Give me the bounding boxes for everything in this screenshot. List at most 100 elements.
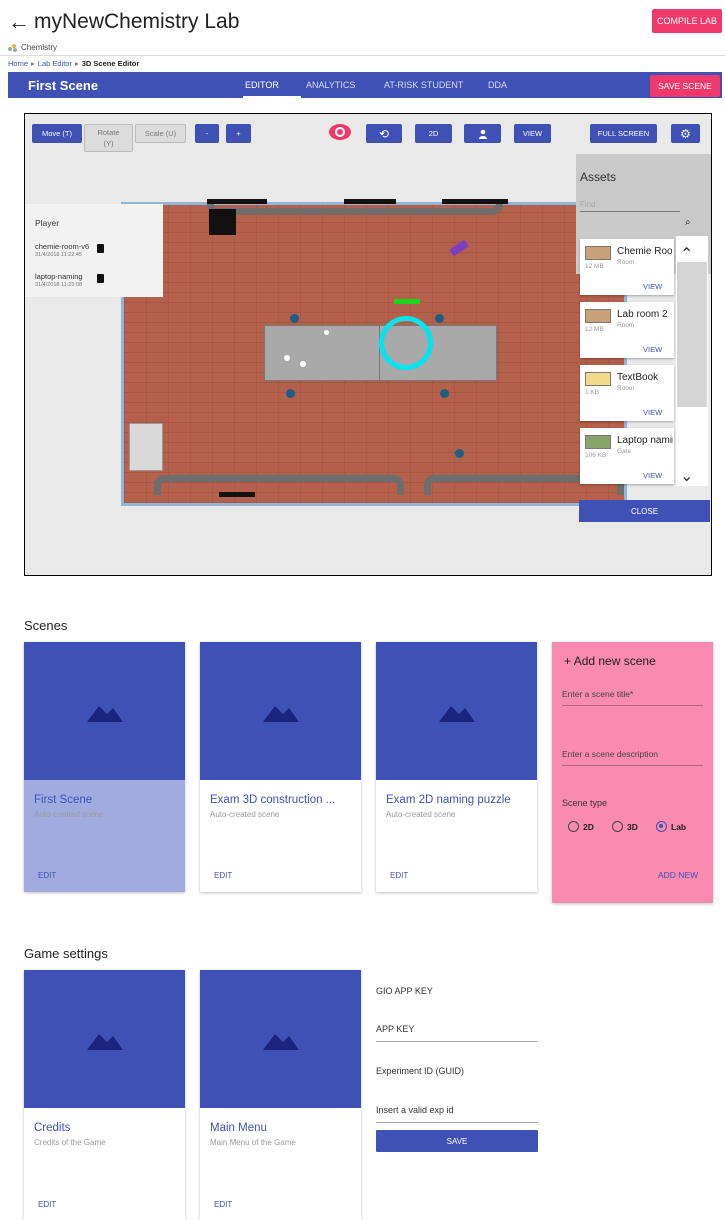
tab-analytics[interactable]: ANALYTICS [306, 80, 355, 90]
chevron-up-icon[interactable]: ⌃ [680, 244, 693, 264]
reset-view-button[interactable]: ⟲ [366, 124, 402, 143]
breadcrumb: Home ▸ Lab Editor ▸ 3D Scene Editor [8, 59, 139, 68]
search-icon[interactable]: ⌕ [685, 217, 691, 228]
asset-card[interactable]: TextBook Room 1 KB VIEW [580, 365, 674, 421]
asset-card[interactable]: Chemie Room Room 12 MB VIEW [580, 239, 674, 295]
wall-panel [207, 199, 267, 204]
scene-type-label: Scene type [562, 798, 608, 808]
sink-unit [129, 423, 163, 471]
asset-view-button[interactable]: VIEW [643, 345, 662, 354]
category-text: Chemistry [21, 43, 58, 52]
scene-card-selected[interactable]: First Scene Auto-created scene EDIT [24, 642, 185, 892]
asset-thumbnail [585, 246, 611, 260]
scene-title: Exam 2D naming puzzle [386, 794, 511, 806]
player-item-name[interactable]: chemie-room-v6 [35, 242, 89, 251]
app-header: ← myNewChemistry Lab COMPILE LAB Chemist… [0, 0, 725, 70]
radio-label: Lab [671, 821, 687, 832]
cabinet [209, 209, 236, 235]
trash-icon[interactable] [97, 244, 104, 253]
edit-button[interactable]: EDIT [38, 1200, 56, 1209]
zoom-in-button[interactable]: + [226, 124, 251, 143]
scene-description-input[interactable]: Enter a scene description [562, 749, 703, 766]
mountain-icon [439, 706, 475, 722]
rotate-button[interactable]: Rotate (Y) [84, 124, 133, 152]
game-setting-card[interactable]: Main Menu Main Menu of the Game EDIT [200, 970, 361, 1220]
lab-floor-plan[interactable] [121, 199, 627, 506]
asset-view-button[interactable]: VIEW [643, 471, 662, 480]
experiment-id-input[interactable]: Insert a valid exp id [376, 1105, 538, 1123]
arrow-left-icon[interactable]: ← [8, 10, 30, 34]
asset-search-input[interactable]: Find [580, 200, 680, 212]
breadcrumb-lab-editor[interactable]: Lab Editor [38, 59, 72, 68]
save-settings-button[interactable]: SAVE [376, 1130, 538, 1152]
asset-name: Lab room 2 [617, 309, 668, 320]
mountain-icon [87, 706, 123, 722]
radio-3d[interactable]: 3D [612, 821, 638, 832]
setting-image-placeholder [24, 970, 185, 1108]
rotate-gizmo[interactable] [379, 316, 433, 370]
radio-lab[interactable]: Lab [656, 821, 686, 832]
experiment-id-label: Experiment ID (GUID) [376, 1066, 465, 1076]
edit-button[interactable]: EDIT [38, 871, 56, 880]
page-title: myNewChemistry Lab [34, 10, 240, 33]
radio-2d[interactable]: 2D [568, 821, 594, 832]
zoom-out-button[interactable]: - [195, 124, 219, 143]
scene-title-input[interactable]: Enter a scene title* [562, 689, 703, 706]
player-panel-title: Player [35, 218, 60, 228]
scene-subtitle: Auto-created scene [34, 810, 104, 819]
move-gizmo-arrow[interactable] [394, 299, 420, 304]
settings-button[interactable]: ⚙ [671, 124, 700, 143]
chevron-down-icon[interactable]: ⌄ [680, 466, 693, 486]
asset-card[interactable]: Laptop naming Gate 106 KB VIEW [580, 428, 674, 484]
breadcrumb-home[interactable]: Home [8, 59, 28, 68]
app-key-input[interactable]: APP KEY [376, 1024, 538, 1042]
close-assets-button[interactable]: CLOSE [579, 500, 710, 522]
player-item-name[interactable]: laptop-naming [35, 272, 83, 281]
game-settings-title: Game settings [24, 946, 108, 961]
stool [286, 389, 295, 398]
lab-item [300, 361, 306, 367]
scene-card[interactable]: Exam 2D naming puzzle Auto-created scene… [376, 642, 537, 892]
edit-button[interactable]: EDIT [214, 1200, 232, 1209]
scene-editor-viewport[interactable]: Move (T) Rotate (Y) Scale (U) - + ⟲ 2D V… [24, 113, 712, 576]
asset-scrollbar-thumb[interactable] [677, 262, 707, 407]
asset-type: Gate [617, 448, 632, 455]
add-scene-card: + Add new scene Enter a scene title* Ent… [552, 642, 713, 903]
radio-label: 3D [627, 821, 638, 832]
scene-card[interactable]: Exam 3D construction ... Auto-created sc… [200, 642, 361, 892]
move-button[interactable]: Move (T) [32, 124, 82, 143]
visibility-eye-icon[interactable] [328, 122, 352, 142]
mountain-icon [263, 1034, 299, 1050]
scale-button[interactable]: Scale (U) [135, 124, 186, 143]
tab-at-risk-student[interactable]: AT-RISK STUDENT [384, 80, 463, 90]
stool [440, 389, 449, 398]
scene-navbar: First Scene EDITOR ANALYTICS AT-RISK STU… [8, 72, 722, 98]
player-view-button[interactable] [464, 124, 501, 143]
game-setting-card[interactable]: Credits Credits of the Game EDIT [24, 970, 185, 1220]
add-scene-title: Add new scene [573, 654, 656, 668]
asset-thumbnail [585, 309, 611, 323]
tab-editor[interactable]: EDITOR [245, 80, 279, 90]
asset-type: Room [617, 385, 635, 392]
full-screen-button[interactable]: FULL SCREEN [590, 124, 657, 143]
asset-view-button[interactable]: VIEW [643, 282, 662, 291]
scene-image-placeholder [24, 642, 185, 780]
edit-button[interactable]: EDIT [214, 871, 232, 880]
radio-circle [568, 821, 579, 832]
rotate-label: Rotate [97, 128, 120, 137]
add-new-button[interactable]: ADD NEW [658, 870, 698, 880]
scene-subtitle: Auto-created scene [386, 810, 456, 819]
compile-lab-button[interactable]: COMPILE LAB [652, 9, 722, 33]
player-panel: Player chemie-room-v6 31/4/2018 11:22:45… [25, 204, 163, 297]
tab-dda[interactable]: DDA [488, 80, 507, 90]
edit-button[interactable]: EDIT [390, 871, 408, 880]
trash-icon[interactable] [97, 274, 104, 283]
view-button[interactable]: VIEW [514, 124, 551, 143]
scene-subtitle: Auto-created scene [210, 810, 280, 819]
asset-card[interactable]: Lab room 2 Room 12 MB VIEW [580, 302, 674, 358]
save-scene-button[interactable]: SAVE SCENE [650, 75, 720, 97]
radio-label: 2D [583, 821, 594, 832]
2d-toggle-button[interactable]: 2D [415, 124, 452, 143]
asset-view-button[interactable]: VIEW [643, 408, 662, 417]
scene-title: Exam 3D construction ... [210, 794, 336, 806]
